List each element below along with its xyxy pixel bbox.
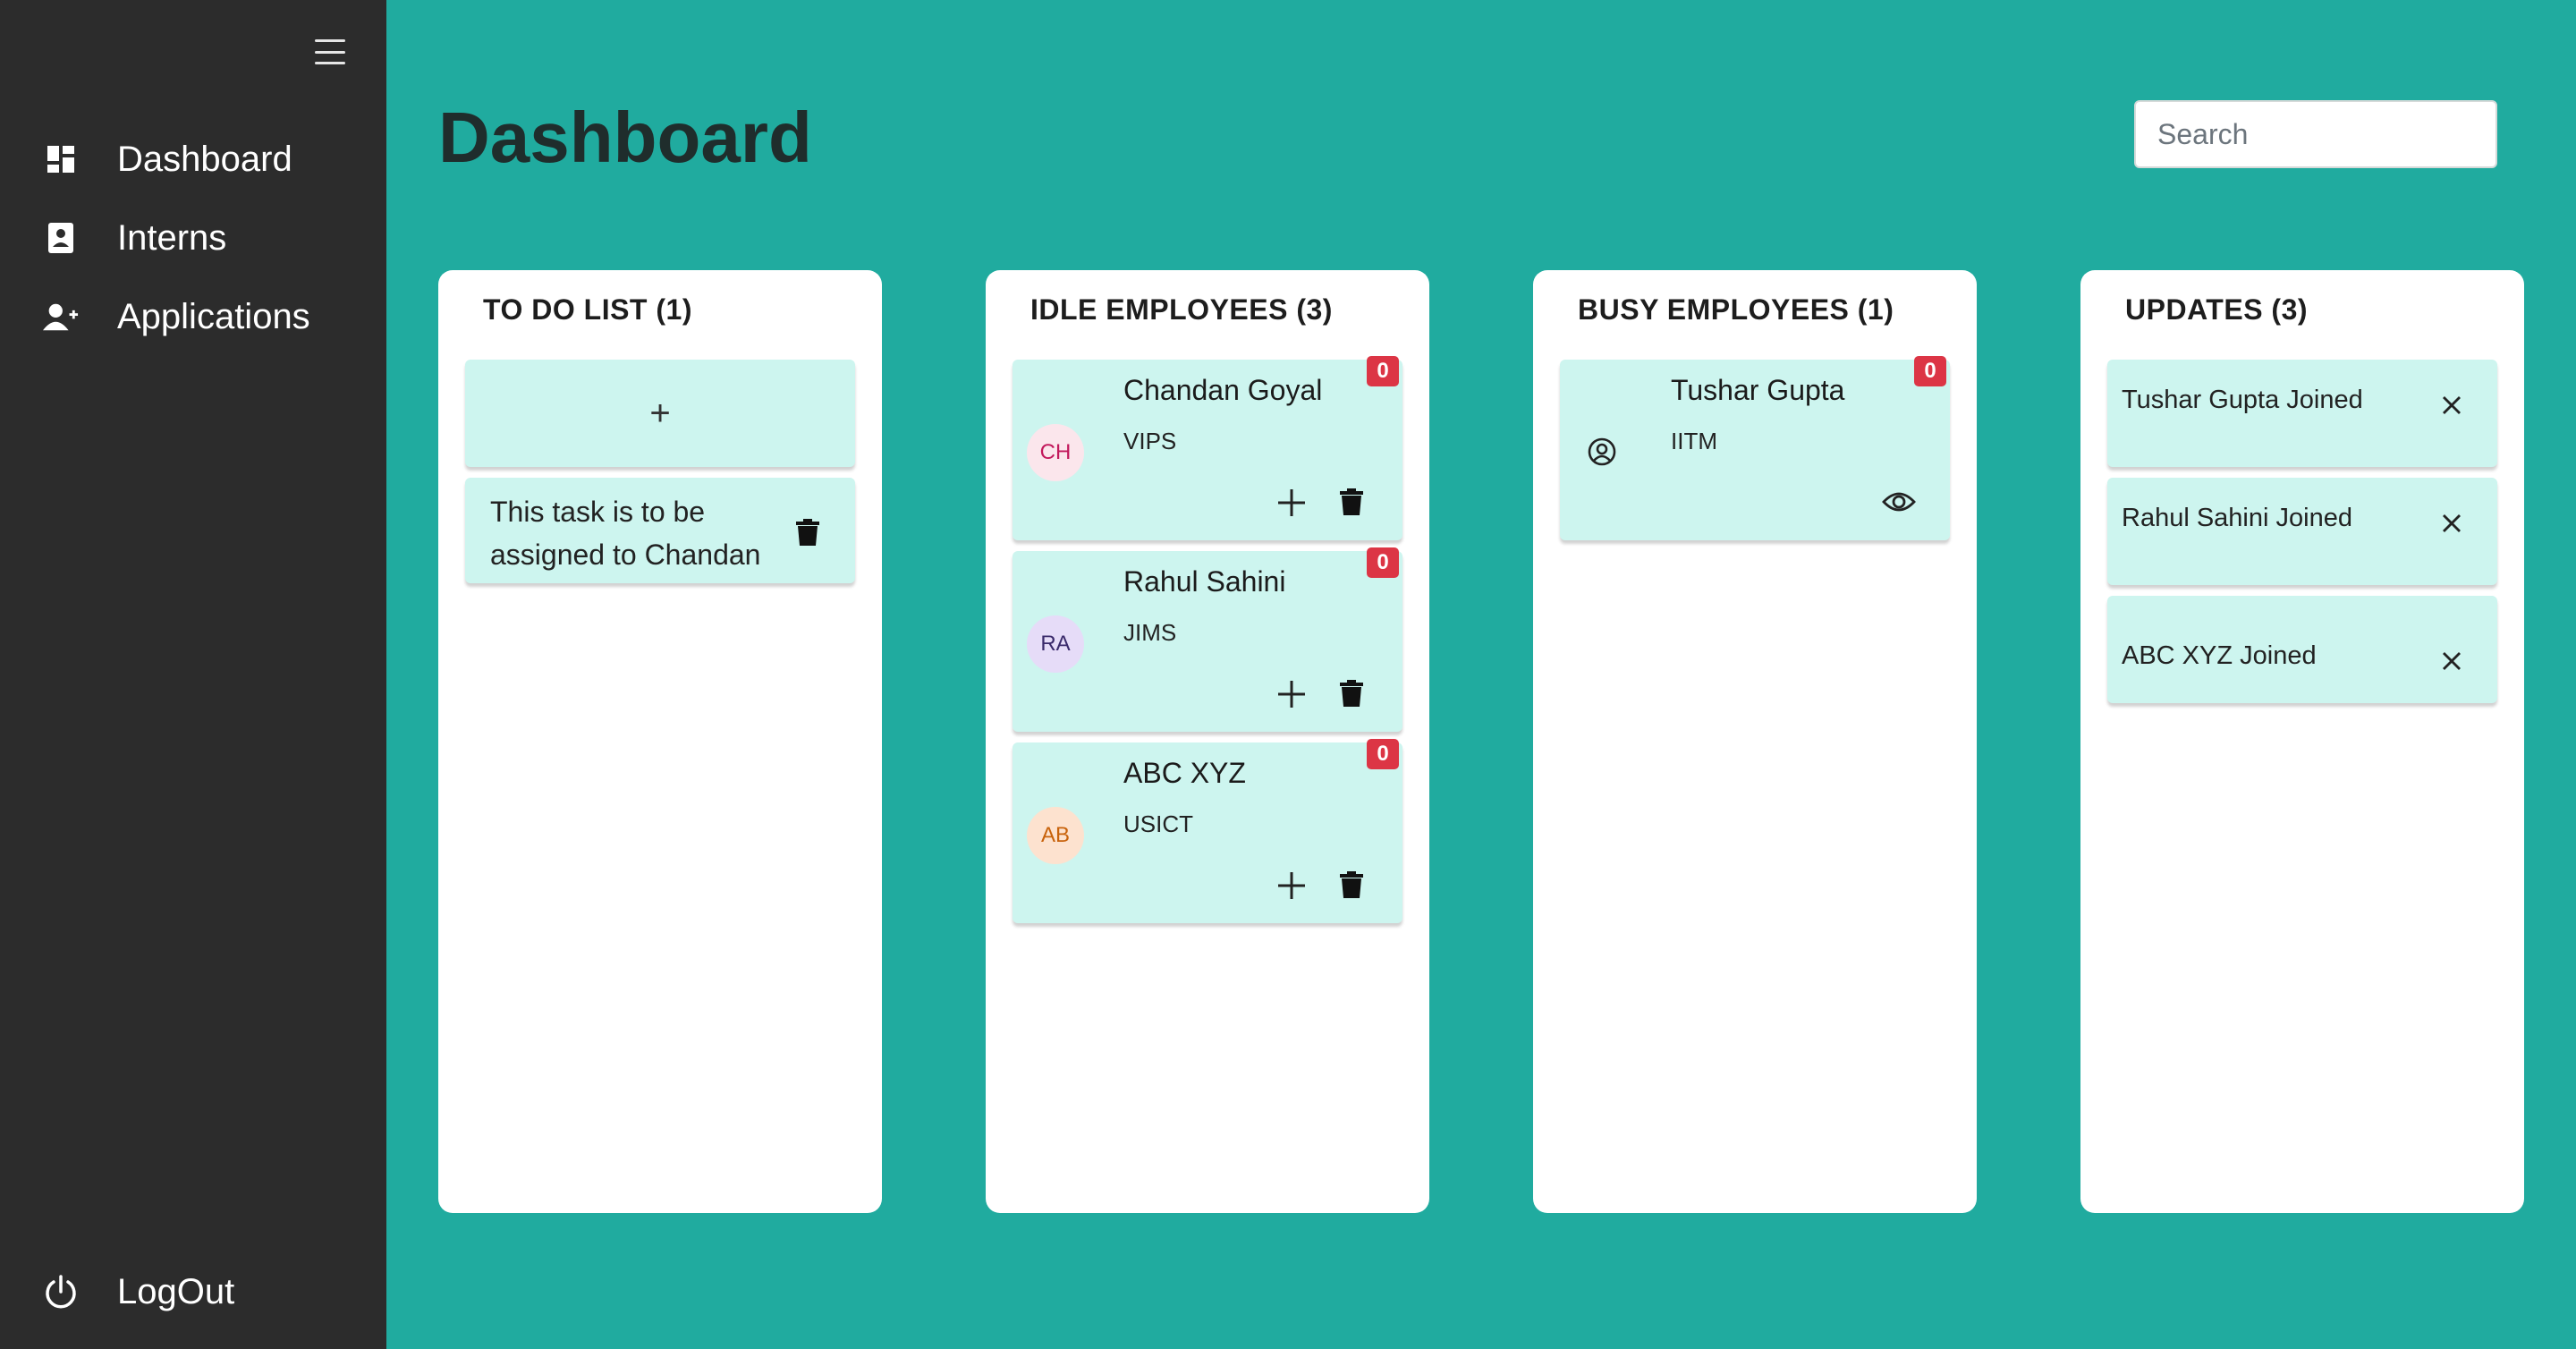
sidebar-item-label: Applications	[117, 296, 310, 336]
close-icon[interactable]	[2438, 392, 2465, 419]
update-text: Rahul Sahini Joined	[2122, 504, 2352, 532]
avatar: AB	[1027, 807, 1084, 864]
task-count-badge: 0	[1367, 739, 1399, 769]
employee-college: USICT	[1123, 810, 1193, 837]
assign-task-icon[interactable]	[1275, 487, 1308, 519]
employee-name: Chandan Goyal	[1123, 374, 1323, 406]
employee-card[interactable]: AB ABC XYZ USICT 0	[1013, 739, 1402, 923]
eye-icon[interactable]	[1882, 488, 1916, 515]
idle-employees-column: IDLE EMPLOYEES (3) CH Chandan Goyal VIPS…	[986, 270, 1429, 1213]
updates-column: UPDATES (3) Tushar Gupta Joined Rahul Sa…	[2080, 270, 2524, 1213]
employee-college: VIPS	[1123, 428, 1177, 454]
id-badge-icon	[43, 220, 79, 256]
assign-task-icon[interactable]	[1275, 870, 1308, 902]
task-count-badge: 0	[1367, 356, 1399, 386]
menu-toggle-icon[interactable]	[315, 39, 345, 64]
update-card: ABC XYZ Joined	[2107, 596, 2497, 703]
update-card: Rahul Sahini Joined	[2107, 478, 2497, 585]
plus-icon: +	[649, 393, 671, 433]
avatar: CH	[1027, 424, 1084, 481]
search-input[interactable]	[2134, 100, 2497, 168]
assign-task-icon[interactable]	[1275, 678, 1308, 710]
column-title: BUSY EMPLOYEES (1)	[1578, 293, 1894, 326]
employee-card[interactable]: CH Chandan Goyal VIPS 0	[1013, 356, 1402, 540]
employee-name: ABC XYZ	[1123, 757, 1246, 789]
task-count-badge: 0	[1367, 547, 1399, 578]
sidebar-item-label: Dashboard	[117, 139, 292, 179]
user-plus-icon	[43, 299, 79, 335]
avatar: RA	[1027, 615, 1084, 673]
employee-name: Rahul Sahini	[1123, 565, 1286, 598]
column-title: TO DO LIST (1)	[483, 293, 692, 326]
sidebar-item-applications[interactable]: Applications	[0, 284, 386, 349]
todo-column: TO DO LIST (1) + This task is to be assi…	[438, 270, 882, 1213]
power-icon	[43, 1274, 79, 1310]
trash-icon[interactable]	[1340, 680, 1367, 708]
column-title: IDLE EMPLOYEES (3)	[1030, 293, 1333, 326]
add-task-button[interactable]: +	[465, 360, 855, 467]
task-text: This task is to be assigned to Chandan	[490, 496, 761, 571]
task-card[interactable]: This task is to be assigned to Chandan	[465, 478, 855, 583]
page-title: Dashboard	[438, 98, 812, 177]
sidebar-item-label: Interns	[117, 217, 227, 258]
update-card: Tushar Gupta Joined	[2107, 360, 2497, 467]
user-circle-icon	[1587, 437, 1617, 467]
sidebar-item-dashboard[interactable]: Dashboard	[0, 127, 386, 191]
column-title: UPDATES (3)	[2125, 293, 2309, 326]
sidebar-item-interns[interactable]: Interns	[0, 206, 386, 270]
trash-icon[interactable]	[1340, 871, 1367, 900]
employee-college: IITM	[1671, 428, 1717, 454]
sidebar: Dashboard Interns Applications LogOut	[0, 0, 386, 1349]
logout-button[interactable]: LogOut	[0, 1260, 386, 1324]
employee-card[interactable]: RA Rahul Sahini JIMS 0	[1013, 547, 1402, 732]
trash-icon[interactable]	[1340, 488, 1367, 517]
employee-card[interactable]: Tushar Gupta IITM 0	[1560, 356, 1950, 540]
dashboard-icon	[43, 141, 79, 177]
update-text: ABC XYZ Joined	[2122, 641, 2317, 670]
close-icon[interactable]	[2438, 510, 2465, 537]
busy-employees-column: BUSY EMPLOYEES (1) Tushar Gupta IITM 0	[1533, 270, 1977, 1213]
trash-icon[interactable]	[796, 519, 823, 547]
employee-college: JIMS	[1123, 619, 1177, 646]
close-icon[interactable]	[2438, 648, 2465, 674]
employee-name: Tushar Gupta	[1671, 374, 1845, 406]
task-count-badge: 0	[1914, 356, 1946, 386]
update-text: Tushar Gupta Joined	[2122, 386, 2363, 414]
logout-label: LogOut	[117, 1271, 235, 1311]
